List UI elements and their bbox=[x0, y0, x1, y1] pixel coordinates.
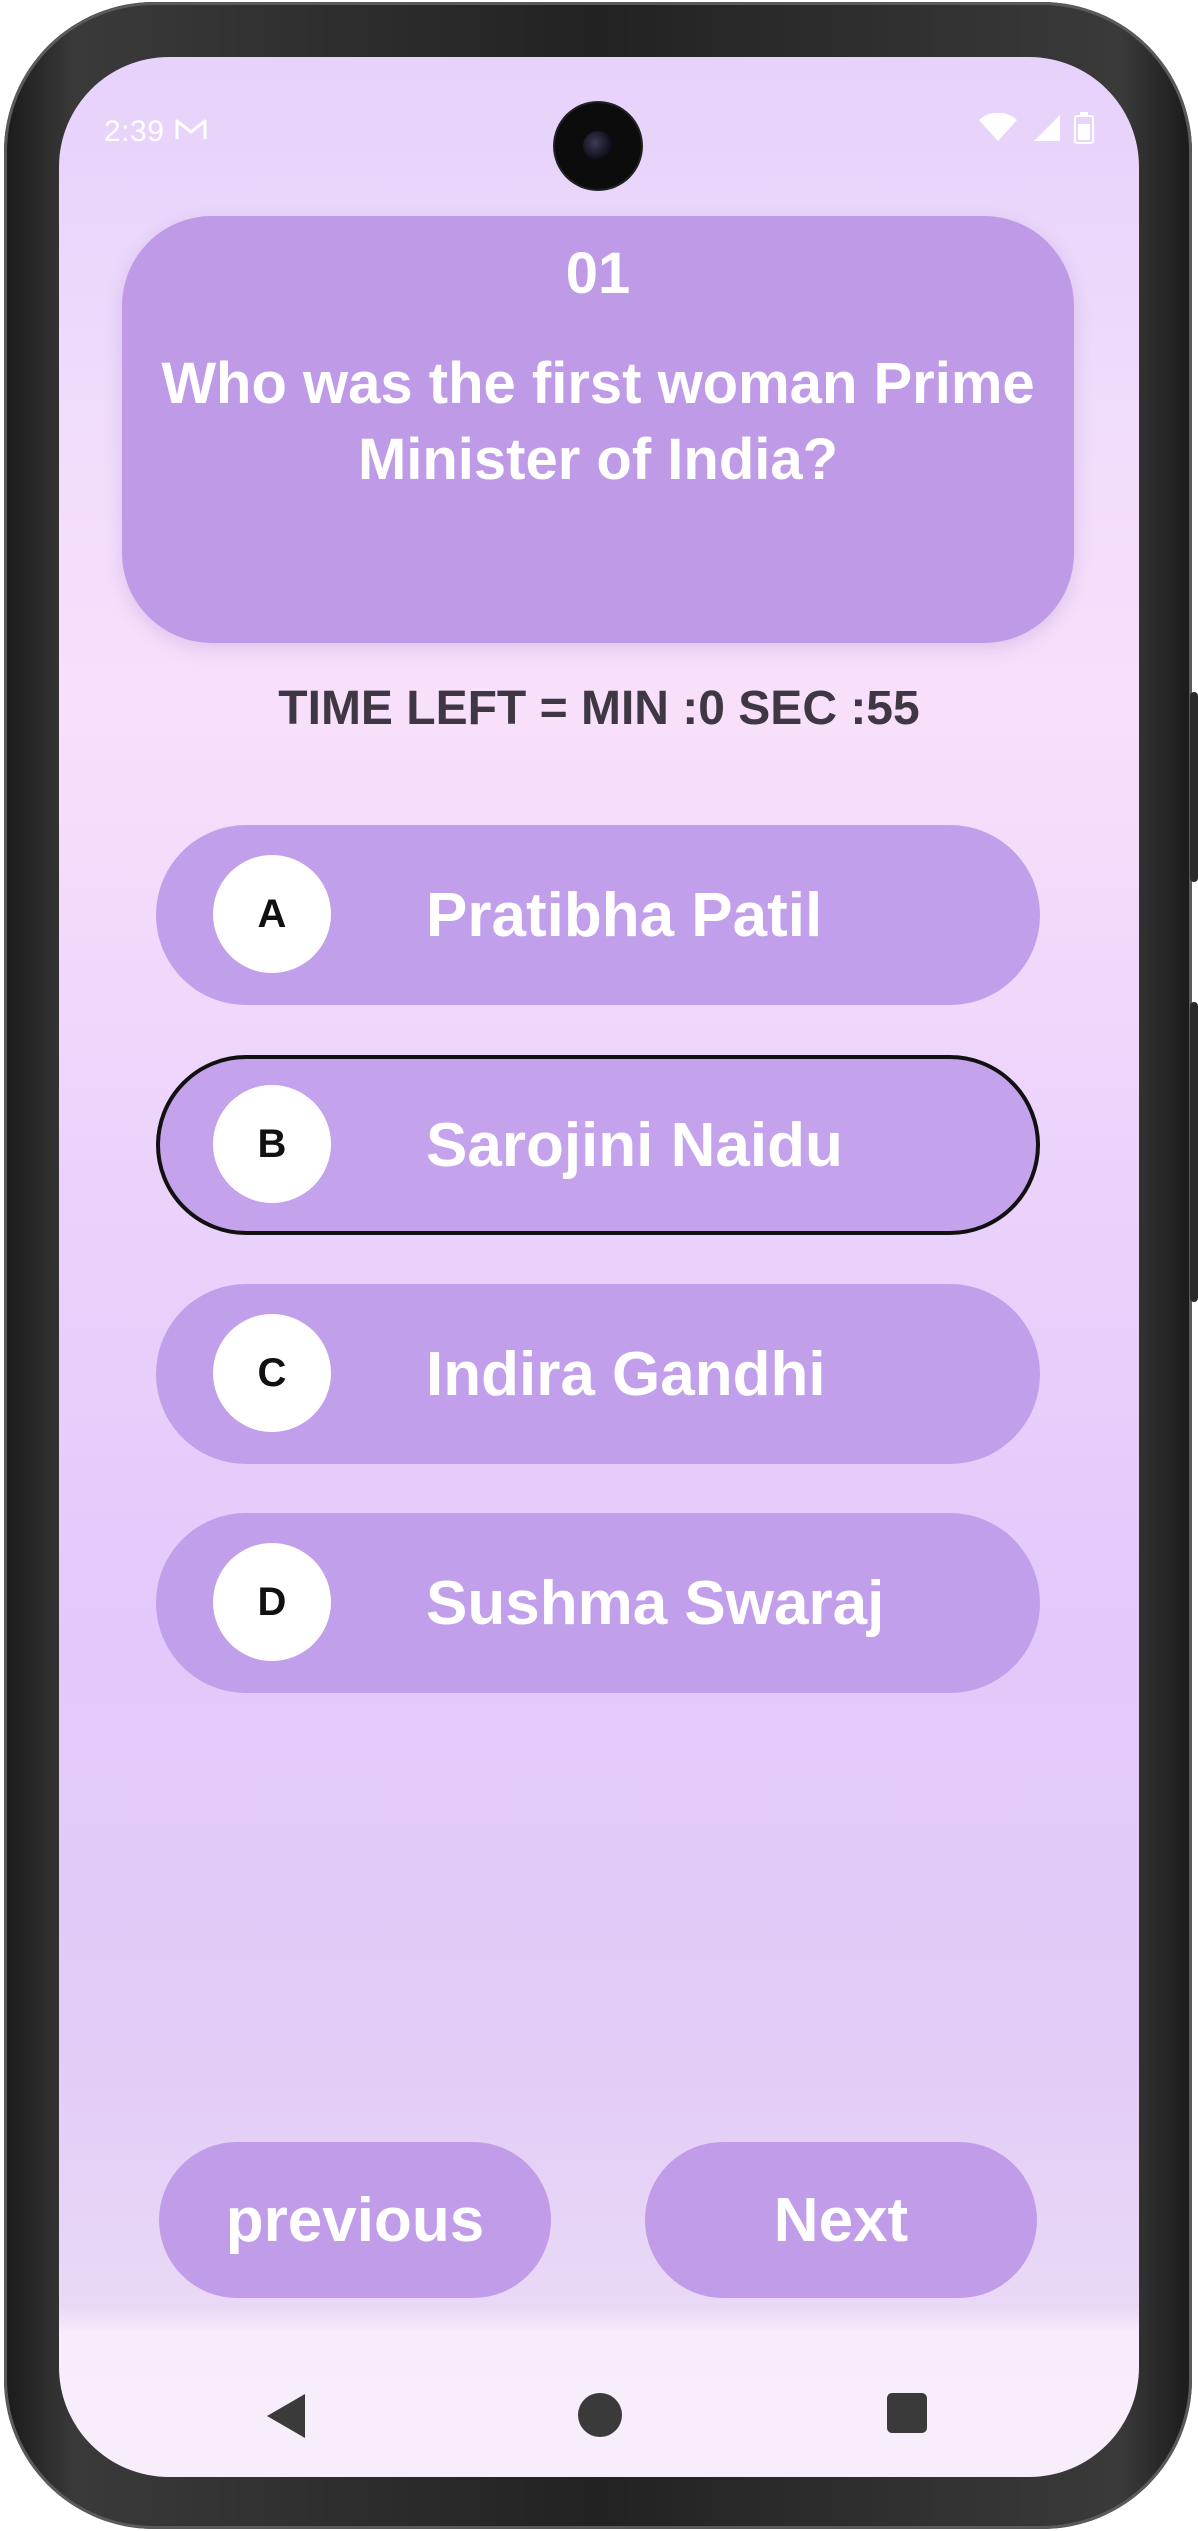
option-b[interactable]: B Sarojini Naidu bbox=[156, 1055, 1040, 1235]
option-b-label: Sarojini Naidu bbox=[426, 1110, 843, 1180]
option-c-letter: C bbox=[213, 1314, 331, 1432]
option-b-letter: B bbox=[213, 1085, 331, 1203]
question-card: 01 Who was the first woman Prime Ministe… bbox=[122, 216, 1074, 643]
power-button bbox=[1190, 692, 1198, 882]
option-d-label: Sushma Swaraj bbox=[426, 1568, 885, 1638]
option-d-letter: D bbox=[213, 1543, 331, 1661]
gmail-icon bbox=[174, 116, 208, 149]
front-camera bbox=[555, 103, 641, 189]
question-number: 01 bbox=[565, 241, 631, 306]
option-a-label: Pratibha Patil bbox=[426, 880, 823, 950]
signal-icon bbox=[1030, 113, 1062, 151]
time-left-label: TIME LEFT = MIN :0 SEC :55 bbox=[278, 682, 920, 735]
app-screen: 2:39 01 Who was the first woman Prime Mi… bbox=[59, 57, 1139, 2477]
home-icon[interactable] bbox=[576, 2391, 624, 2444]
next-button[interactable]: Next bbox=[645, 2142, 1037, 2298]
option-d[interactable]: D Sushma Swaraj bbox=[156, 1513, 1040, 1693]
back-icon[interactable] bbox=[263, 2391, 309, 2446]
recents-icon[interactable] bbox=[885, 2391, 929, 2440]
option-c[interactable]: C Indira Gandhi bbox=[156, 1284, 1040, 1464]
previous-button[interactable]: previous bbox=[159, 2142, 551, 2298]
system-navigation-bar bbox=[59, 2353, 1139, 2477]
phone-frame: 2:39 01 Who was the first woman Prime Mi… bbox=[4, 2, 1198, 2529]
question-text: Who was the first woman Prime Minister o… bbox=[161, 351, 1035, 492]
volume-button bbox=[1190, 1002, 1198, 1302]
status-time: 2:39 bbox=[104, 115, 165, 148]
option-c-label: Indira Gandhi bbox=[426, 1339, 826, 1409]
option-a[interactable]: A Pratibha Patil bbox=[156, 825, 1040, 1005]
wifi-icon bbox=[978, 112, 1018, 151]
option-a-letter: A bbox=[213, 855, 331, 973]
battery-icon bbox=[1074, 112, 1094, 152]
